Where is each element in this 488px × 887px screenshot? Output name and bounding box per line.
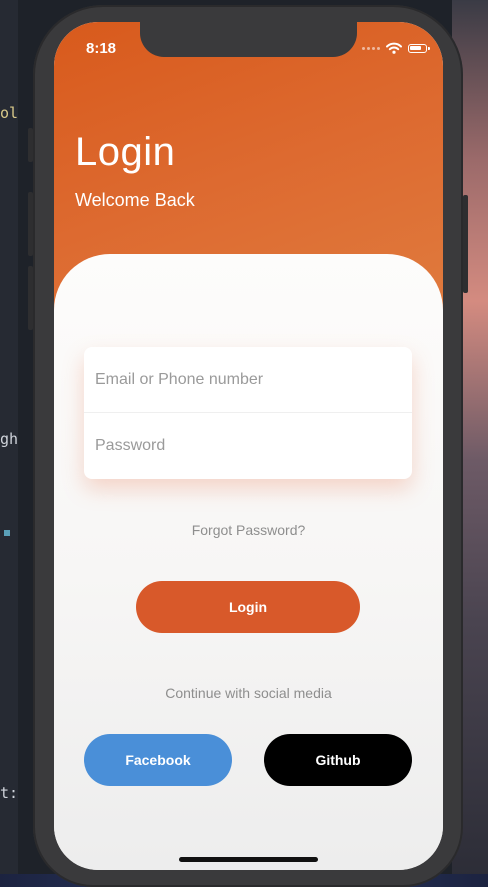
code-fragment: ol [0,104,18,122]
mute-switch [28,128,33,162]
notch [140,22,357,57]
forgot-password-link[interactable]: Forgot Password? [54,522,443,538]
signal-icon [362,46,380,50]
code-fragment: t: [0,784,18,802]
github-button[interactable]: Github [264,734,412,786]
login-button[interactable]: Login [136,581,360,633]
volume-down-button [28,266,33,330]
facebook-button[interactable]: Facebook [84,734,232,786]
wifi-icon [386,42,402,54]
status-icons [362,42,430,54]
password-field[interactable]: Password [84,412,412,478]
volume-up-button [28,192,33,256]
page-subtitle: Welcome Back [75,190,195,210]
email-field[interactable]: Email or Phone number [84,347,412,412]
editor-marker [4,530,10,536]
login-form: Email or Phone number Password [84,347,412,479]
phone-screen: 8:18 Login Welcome Back Email or Phone n… [54,22,443,870]
code-fragment: gh [0,430,18,448]
home-indicator[interactable] [179,857,318,862]
battery-icon [408,43,430,53]
social-prompt: Continue with social media [165,685,332,701]
page-title: Login [75,130,176,174]
status-time: 8:18 [86,40,117,57]
power-button [463,195,468,293]
